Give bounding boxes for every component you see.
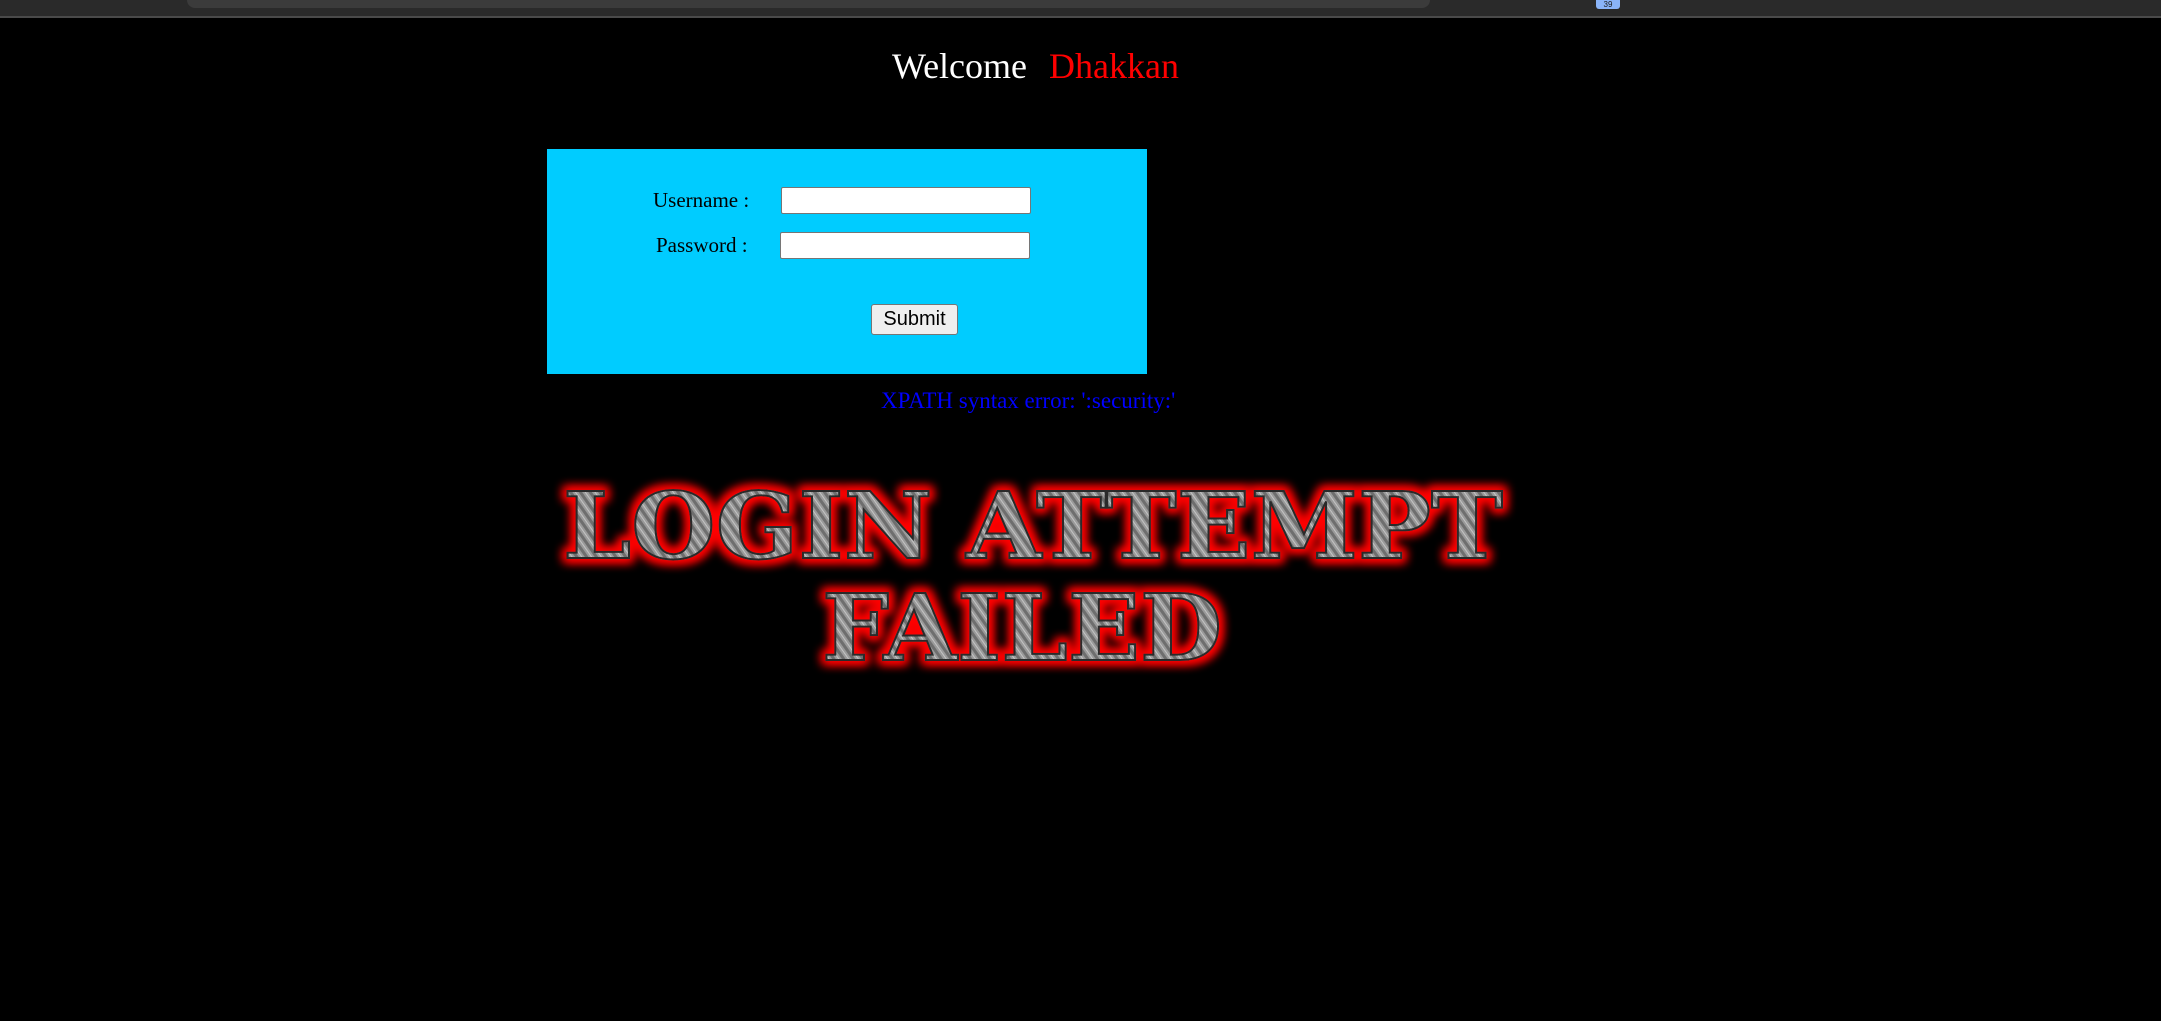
password-input[interactable] xyxy=(780,232,1030,259)
password-label: Password : xyxy=(656,233,748,257)
username-input[interactable] xyxy=(781,187,1031,214)
welcome-text: Welcome xyxy=(891,46,1028,86)
page: 39 Welcome Dhakkan Username : Password : … xyxy=(0,0,2161,1021)
username-label: Username : xyxy=(653,188,750,212)
welcome-heading: Welcome Dhakkan xyxy=(0,45,2071,87)
browser-toolbar: 39 xyxy=(0,0,2161,18)
username-row: Username : xyxy=(653,187,1031,214)
address-bar[interactable] xyxy=(187,0,1430,8)
banner-line-1: LOGIN ATTEMPT xyxy=(563,472,1503,580)
welcome-name: Dhakkan xyxy=(1049,46,1179,86)
password-row: Password : xyxy=(656,232,1030,259)
extension-badge[interactable]: 39 xyxy=(1596,0,1620,9)
banner-line-2: FAILED xyxy=(822,574,1222,682)
submit-button[interactable]: Submit xyxy=(871,304,958,335)
login-failed-image: LOGIN ATTEMPT FAILED xyxy=(562,471,1504,683)
error-message: XPATH syntax error: ':security:' xyxy=(881,388,1176,413)
login-failed-banner: LOGIN ATTEMPT FAILED xyxy=(540,465,1540,685)
login-form: Username : Password : Submit xyxy=(547,149,1147,374)
